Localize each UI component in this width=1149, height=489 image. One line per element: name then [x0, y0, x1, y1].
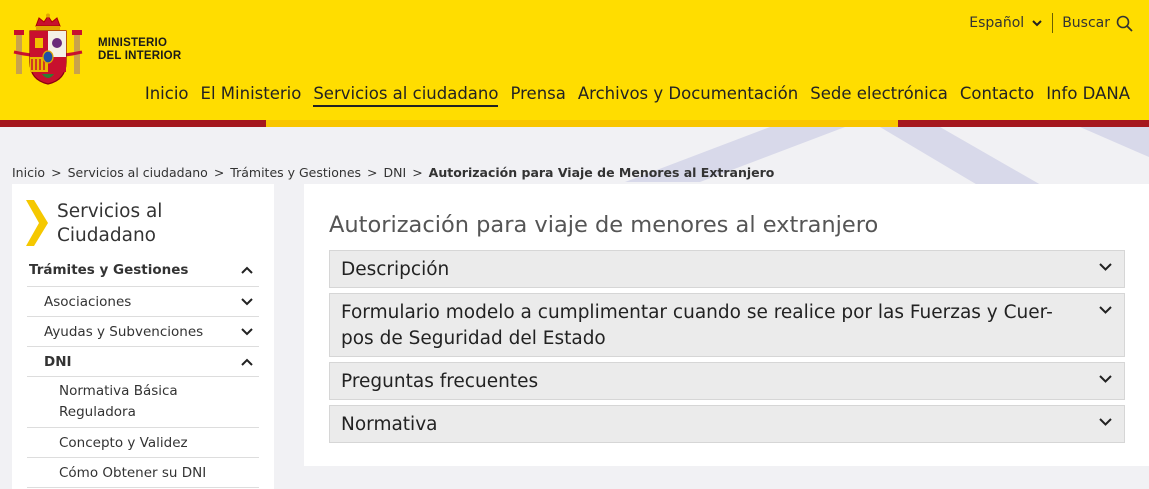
accordion-descripcion[interactable]: Descripción: [329, 250, 1125, 288]
sidebar-item-label: Cómo Obtener su DNI: [59, 464, 207, 481]
accordion-normativa[interactable]: Normativa: [329, 405, 1125, 443]
breadcrumb-current: Autorización para Viaje de Menores al Ex…: [428, 165, 775, 180]
coat-of-arms-icon: [13, 13, 83, 85]
language-selector[interactable]: Español: [969, 15, 1050, 31]
sidebar-header: Servicios al Ciudadano: [26, 200, 162, 248]
breadcrumb-item-tramites[interactable]: Trámites y Gestiones: [230, 165, 361, 180]
language-label: Español: [969, 15, 1025, 31]
chevron-down-icon: [1099, 263, 1112, 271]
accordion-preguntas-frecuentes[interactable]: Preguntas frecuentes: [329, 362, 1125, 400]
sidebar-item-label: Trámites y Gestiones: [29, 262, 189, 278]
topbar-divider: [1052, 13, 1054, 33]
sidebar-title-line2: Ciudadano: [57, 225, 156, 246]
sidebar-item-label: Normativa Básica Reguladora: [59, 383, 178, 420]
search-label: Buscar: [1062, 15, 1110, 31]
sidebar-item-como-obtener-dni[interactable]: Cómo Obtener su DNI: [27, 458, 259, 488]
sidebar-item-label: DNI: [44, 353, 72, 370]
chevron-down-icon: [1099, 418, 1112, 426]
sidebar-item-label: Concepto y Validez: [59, 434, 188, 451]
header-topbar: Español Buscar: [969, 13, 1133, 33]
sidebar-item-ayudas-y-subvenciones[interactable]: Ayudas y Subvenciones: [27, 317, 259, 347]
breadcrumb: Inicio > Servicios al ciudadano > Trámites y…: [12, 165, 774, 180]
sidebar-title-line1: Servicios al: [57, 201, 163, 222]
breadcrumb-separator: >: [367, 165, 378, 180]
chevron-down-icon: [1099, 375, 1112, 383]
ministry-logo[interactable]: MINISTERIO DEL INTERIOR: [12, 12, 181, 88]
breadcrumb-item-dni[interactable]: DNI: [384, 165, 407, 180]
breadcrumb-separator: >: [51, 165, 62, 180]
chevron-down-icon: [1099, 306, 1112, 314]
header-stripe-red-left: [0, 120, 266, 127]
chevron-down-icon: [1032, 20, 1042, 27]
nav-item-inicio[interactable]: Inicio: [145, 84, 189, 107]
main-content: Autorización para viaje de menores al ex…: [304, 184, 1149, 466]
sidebar-item-label: Ayudas y Subvenciones: [44, 323, 204, 340]
sidebar-item-dni[interactable]: DNI: [27, 347, 259, 377]
nav-item-contacto[interactable]: Contacto: [960, 84, 1034, 107]
accordion-label: Descripción: [341, 257, 449, 283]
breadcrumb-separator: >: [412, 165, 423, 180]
ministry-name-line1: MINISTERIO: [98, 37, 168, 49]
site-header: MINISTERIO DEL INTERIOR Español Buscar I…: [0, 0, 1149, 120]
accordion-label-line2: pos de Seguridad del Estado: [341, 328, 606, 349]
nav-item-info-dana[interactable]: Info DANA: [1046, 84, 1130, 107]
ministry-name-line2: DEL INTERIOR: [98, 50, 182, 62]
sidebar-item-asociaciones[interactable]: Asociaciones: [27, 287, 259, 317]
sidebar-menu: Trámites y Gestiones Asociaciones Ayudas…: [27, 254, 259, 488]
header-stripe-red-right: [898, 120, 1149, 127]
breadcrumb-item-inicio[interactable]: Inicio: [12, 165, 45, 180]
chevron-right-accent-icon: [26, 200, 48, 246]
accordion-label: Formulario modelo a cumplimentar cuando …: [341, 300, 1053, 352]
sidebar-title[interactable]: Servicios al Ciudadano: [57, 200, 162, 248]
header-stripe-yellow: [266, 120, 898, 127]
nav-item-servicios-al-ciudadano[interactable]: Servicios al ciudadano: [313, 84, 499, 107]
chevron-down-icon: [241, 297, 253, 305]
sidebar-item-concepto-y-validez[interactable]: Concepto y Validez: [27, 428, 259, 458]
chevron-up-icon: [241, 358, 253, 366]
search-icon: [1116, 15, 1133, 32]
nav-item-prensa[interactable]: Prensa: [510, 84, 565, 107]
accordion-label-line1: Normativa: [341, 414, 438, 435]
breadcrumb-separator: >: [213, 165, 225, 180]
nav-item-archivos-y-documentacion[interactable]: Archivos y Documentación: [578, 84, 798, 107]
breadcrumb-item-servicios[interactable]: Servicios al ciudadano: [68, 165, 208, 180]
accordion-label: Preguntas frecuentes: [341, 369, 538, 395]
accordion-label: Normativa: [341, 412, 437, 438]
accordion-label-line1: Formulario modelo a cumplimentar cuando …: [341, 302, 1053, 323]
search-button[interactable]: Buscar: [1062, 15, 1133, 32]
sidebar-item-label: Asociaciones: [44, 293, 132, 310]
ministry-name: MINISTERIO DEL INTERIOR: [98, 37, 181, 63]
accordion-formulario-modelo[interactable]: Formulario modelo a cumplimentar cuando …: [329, 293, 1125, 357]
nav-item-el-ministerio[interactable]: El Ministerio: [201, 84, 302, 107]
accordion-label-line1: Preguntas frecuentes: [341, 371, 539, 392]
nav-item-sede-electronica[interactable]: Sede electrónica: [810, 84, 948, 107]
chevron-down-icon: [241, 327, 253, 335]
sidebar-item-tramites-y-gestiones[interactable]: Trámites y Gestiones: [27, 254, 259, 287]
chevron-up-icon: [241, 266, 253, 274]
page-title: Autorización para viaje de menores al ex…: [329, 212, 879, 238]
sidebar: Servicios al Ciudadano Trámites y Gestio…: [12, 184, 274, 489]
main-navigation: Inicio El Ministerio Servicios al ciudad…: [133, 84, 1130, 107]
sidebar-item-normativa-basica[interactable]: Normativa Básica Reguladora: [27, 377, 259, 428]
accordion-label-line1: Descripción: [341, 259, 450, 280]
